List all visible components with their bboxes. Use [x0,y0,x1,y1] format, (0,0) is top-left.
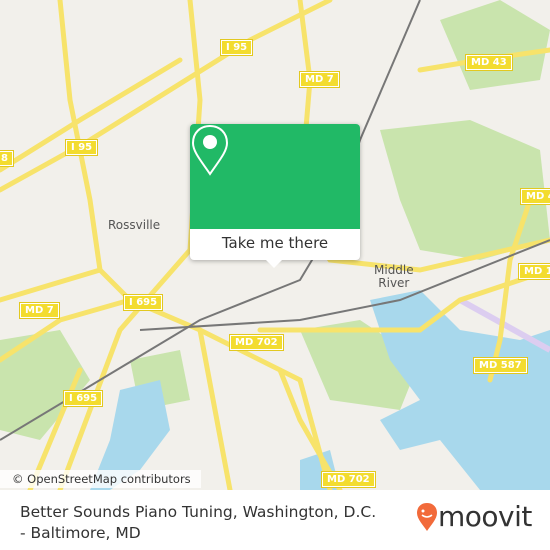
road-shield: MD 7 [299,71,340,88]
map-pin-icon [191,124,229,176]
take-me-there-button[interactable]: Take me there [190,229,360,260]
footer: Better Sounds Piano Tuning, Washington, … [0,490,550,550]
road-shield: MD 587 [473,357,528,374]
road-shield: MD 4 [520,188,550,205]
road-shield: MD 702 [321,471,376,488]
location-popup: Take me there [190,124,360,268]
road-shield: I 695 [62,390,104,407]
brand-name: moovit [438,500,532,533]
moovit-logo: moovit [416,500,532,533]
place-label: Rossville [108,218,161,232]
road-shield: I 95 [64,139,99,156]
road-shield: MD 7 [19,302,60,319]
road-shield: MD 702 [229,334,284,351]
road-shield: MD 43 [465,54,513,71]
road-shield: 8 [0,150,14,167]
road-shield: MD 1 [518,263,550,280]
place-title: Better Sounds Piano Tuning, Washington, … [20,503,377,542]
road-shield: I 95 [219,39,254,56]
map-attribution[interactable]: © OpenStreetMap contributors [0,470,201,488]
road-shield: I 695 [122,294,164,311]
moovit-pin-icon [417,502,437,531]
map[interactable]: I 95 MD 7 MD 43 I 95 8 MD 7 I 695 MD 4 M… [0,0,550,490]
place-label: Middle River [374,263,414,290]
